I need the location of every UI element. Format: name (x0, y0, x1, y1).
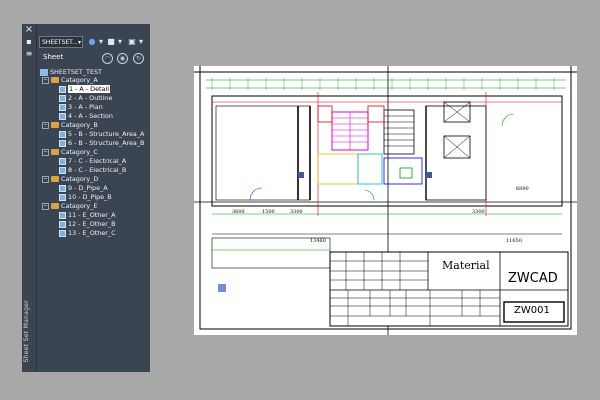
collapse-icon[interactable]: − (42, 148, 49, 156)
tree-sheet[interactable]: 6 - B - Structure_Area_B (59, 139, 144, 148)
tab-sheet[interactable]: Sheet (43, 53, 63, 61)
tree-folder-label: Catagory_A (61, 76, 98, 84)
palette-tab-row: Sheet ◠ ◉ ↻ (37, 52, 150, 66)
tree-folder[interactable]: − Catagory_B (42, 121, 98, 130)
sheet-icon (59, 85, 66, 93)
dimension-label: 3300 (472, 209, 485, 215)
sheet-icon (59, 103, 66, 111)
tree-sheet[interactable]: 8 - C - Electrical_B (59, 166, 126, 175)
tree-sheet[interactable]: 1 - A - Detail (59, 85, 111, 94)
tree-sheet-label: 11 - E_Other_A (68, 211, 116, 219)
sheet-set-manager-palette: SHEETSET... ▾ ● ▾ ■ ▾ ▣ ▾ Sheet ◠ ◉ ↻ SH… (37, 24, 150, 372)
tree-folder-label: Catagory_B (61, 121, 98, 129)
dimension-label: 3300 (290, 209, 303, 215)
tree-sheet-label: 9 - D_Pipe_A (68, 184, 108, 192)
tree-root-label: SHEETSET_TEST (50, 68, 102, 76)
tree-sheet[interactable]: 4 - A - Section (59, 112, 113, 121)
collapse-icon[interactable]: − (42, 175, 49, 183)
tree-folder[interactable]: − Catagory_E (42, 202, 97, 211)
title-material: Material (442, 259, 490, 272)
tree-sheet-label: 13 - E_Other_C (68, 229, 116, 237)
sheet-icon (59, 166, 66, 174)
sheet-icon (59, 229, 66, 237)
tree-sheet-label: 8 - C - Electrical_B (68, 166, 127, 174)
tree-sheet-label: 4 - A - Section (68, 112, 113, 120)
folder-icon (51, 203, 59, 209)
tree-folder-label: Catagory_D (61, 175, 99, 183)
folder-icon (51, 176, 59, 182)
user-icon[interactable]: ◠ (102, 53, 113, 64)
pin-icon[interactable]: ▪ (22, 36, 36, 48)
refresh-icon[interactable]: ↻ (133, 53, 144, 64)
company-name: ZWCAD (508, 271, 558, 286)
dimension-label: 1500 (262, 209, 275, 215)
sheetset-icon (40, 68, 48, 76)
tree-sheet-label: 3 - A - Plan (68, 103, 103, 111)
chevron-down-icon: ▾ (77, 39, 81, 46)
dimension-label: 13460 (310, 238, 326, 244)
chevron-down-icon[interactable]: ▾ (114, 37, 126, 47)
tree-folder-label: Catagory_C (61, 148, 98, 156)
tree-sheet-label: 7 - C - Electrical_A (68, 157, 127, 165)
sheet-icon (59, 130, 66, 138)
folder-icon (51, 77, 59, 83)
tree-folder[interactable]: − Catagory_A (42, 76, 98, 85)
tree-sheet[interactable]: 5 - B - Structure_Area_A (59, 130, 144, 139)
tree-sheet-label: 10 - D_Pipe_B (68, 193, 112, 201)
tree-folder[interactable]: − Catagory_D (42, 175, 98, 184)
properties-icon[interactable]: ≡ (22, 48, 36, 60)
collapse-icon[interactable]: − (42, 202, 49, 210)
folder-icon (51, 122, 59, 128)
sheet-icon (59, 193, 66, 201)
sheet-icon (59, 94, 66, 102)
tree-sheet-label: 5 - B - Structure_Area_A (68, 130, 145, 138)
drawing-sheet[interactable]: 3600 1500 3300 13460 11650 6890 3300 Mat… (194, 66, 577, 335)
tree-sheet[interactable]: 10 - D_Pipe_B (59, 193, 112, 202)
sheet-icon (59, 157, 66, 165)
collapse-icon[interactable]: − (42, 76, 49, 84)
sheet-icon (59, 220, 66, 228)
sheet-icon (59, 139, 66, 147)
palette-title-strip: × ▪ ≡ Sheet Set Manager (22, 24, 37, 372)
tree-sheet-label: 6 - B - Structure_Area_B (68, 139, 145, 147)
tree-folder[interactable]: − Catagory_C (42, 148, 98, 157)
dimension-label: 6890 (516, 186, 529, 192)
dimension-label: 11650 (506, 238, 522, 244)
tree-sheet[interactable]: 2 - A - Outline (59, 94, 112, 103)
dimension-label: 3600 (232, 209, 245, 215)
tree-sheet[interactable]: 7 - C - Electrical_A (59, 157, 126, 166)
eye-icon[interactable]: ◉ (117, 53, 128, 64)
palette-toolbar: SHEETSET... ▾ ● ▾ ■ ▾ ▣ ▾ (39, 36, 149, 50)
tree-sheet-label: 12 - E_Other_B (68, 220, 116, 228)
folder-icon (51, 149, 59, 155)
tree-folder-label: Catagory_E (61, 202, 98, 210)
tree-sheet[interactable]: 13 - E_Other_C (59, 229, 116, 238)
tree-sheet-label: 1 - A - Detail (68, 85, 111, 93)
sheetset-select[interactable]: SHEETSET... ▾ (39, 36, 83, 48)
tree-sheet[interactable]: 3 - A - Plan (59, 103, 103, 112)
sheetset-select-value: SHEETSET... (42, 39, 78, 46)
sheet-icon (59, 184, 66, 192)
tree-sheet[interactable]: 11 - E_Other_A (59, 211, 115, 220)
drawing-number: ZW001 (514, 305, 550, 316)
close-icon[interactable]: × (22, 24, 36, 36)
tree-sheet[interactable]: 9 - D_Pipe_A (59, 184, 108, 193)
chevron-down-icon[interactable]: ▾ (135, 37, 147, 47)
tree-sheet-label: 2 - A - Outline (68, 94, 113, 102)
cad-drawing (194, 66, 577, 335)
palette-title: Sheet Set Manager (23, 299, 30, 362)
collapse-icon[interactable]: − (42, 121, 49, 129)
tree-sheet[interactable]: 12 - E_Other_B (59, 220, 115, 229)
sheet-icon (59, 211, 66, 219)
sheet-icon (59, 112, 66, 120)
